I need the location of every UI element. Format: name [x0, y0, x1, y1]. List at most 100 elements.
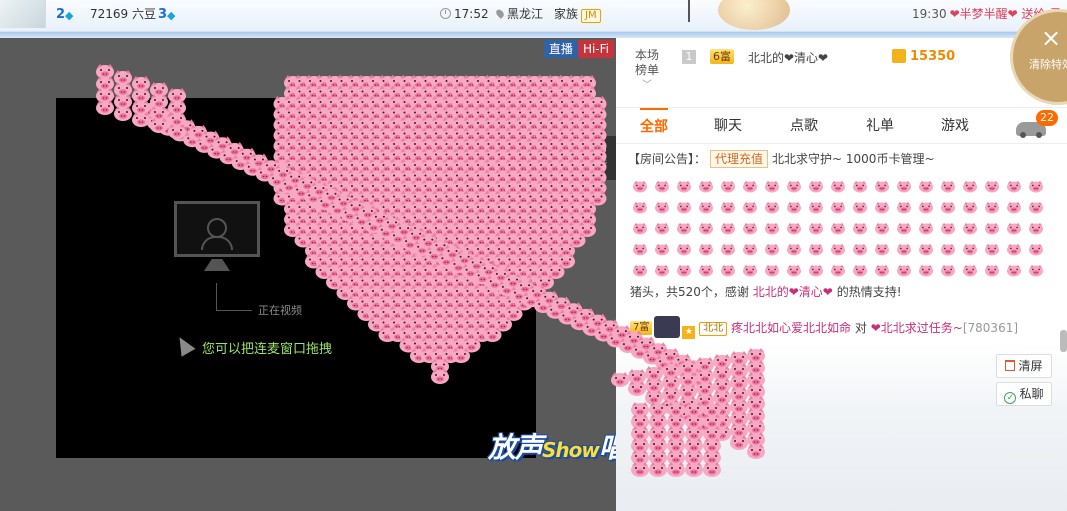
pig-icon [853, 243, 867, 256]
user-level-right: 3◆ [158, 5, 179, 23]
pig-icon [721, 180, 735, 193]
gift-sender-name[interactable]: 北北的❤清心❤ [753, 285, 833, 299]
pig-icon [721, 201, 735, 214]
pig-icon [831, 264, 845, 277]
pig-icon [787, 201, 801, 214]
pig-icon [919, 180, 933, 193]
user-avatar[interactable] [654, 316, 681, 338]
clear-screen-button[interactable]: 清屏 [996, 354, 1052, 378]
private-chat-button[interactable]: ✓ 私聊 [996, 382, 1052, 406]
pig-icon [853, 180, 867, 193]
chat-scrollbar[interactable] [1060, 330, 1067, 352]
pig-icon [985, 180, 999, 193]
pig-icon [809, 264, 823, 277]
pig-icon [655, 243, 669, 256]
top-fan-name[interactable]: 北北的❤清心❤ [748, 49, 828, 66]
drag-hint-text: 您可以把连麦窗口拖拽 [202, 342, 333, 357]
linked-mic-window[interactable]: 正在视频 您可以把连麦窗口拖拽 [56, 98, 536, 458]
user-id: 72169 [90, 7, 129, 21]
location-text: 黑龙江 [507, 7, 544, 21]
ticker-pole [688, 0, 690, 22]
pig-icon [809, 180, 823, 193]
pig-icon [919, 201, 933, 214]
pig-icon [853, 264, 867, 277]
watermark-mid: Show [542, 438, 600, 462]
pig-icon [743, 222, 757, 235]
pig-icon [655, 201, 669, 214]
tab-gift-list[interactable]: 礼单 [866, 108, 894, 144]
tab-song-request[interactable]: 点歌 [790, 108, 818, 144]
user-avatar[interactable] [0, 0, 46, 28]
gift-message: 猪头，共520个，感谢 北北的❤清心❤ 的热情支持! [630, 180, 1054, 301]
coin-icon [892, 49, 906, 63]
location-pin-icon [494, 8, 506, 19]
user-level-left: 2◆ [56, 5, 77, 23]
pig-icon [963, 222, 977, 235]
recharge-tag[interactable]: 代理充值 [710, 150, 769, 168]
wealth-level-badge: 7富 [630, 321, 653, 335]
chevron-down-icon: ﹀ [642, 80, 652, 91]
chat-message: 疼北北如心爱北北如命 [731, 321, 852, 335]
rank-switch-line1: 本场 [634, 48, 659, 62]
pig-icon [963, 201, 977, 214]
pig-icon [919, 222, 933, 235]
tab-all[interactable]: 全部 [640, 108, 668, 144]
microphone-icon [598, 142, 606, 154]
pig-icon [765, 264, 779, 277]
pig-icon [677, 243, 691, 256]
pig-icon [831, 243, 845, 256]
mic-side-button[interactable]: 音 [588, 136, 616, 180]
pig-icon [963, 243, 977, 256]
pig-icon [787, 264, 801, 277]
pig-icon [985, 264, 999, 277]
family-tag[interactable]: JM [581, 9, 601, 23]
pig-icon [787, 243, 801, 256]
tab-games[interactable]: 游戏 [941, 108, 969, 144]
rank-number: 1 [682, 50, 696, 64]
car-count-badge: 22 [1036, 110, 1058, 126]
mode-live-button[interactable]: 直播 [543, 40, 578, 58]
tab-chat[interactable]: 聊天 [714, 108, 742, 144]
pig-icon [1007, 264, 1021, 277]
family[interactable]: 家族 JM [554, 5, 601, 23]
currency-name: 六豆 [132, 7, 157, 21]
chat-to: 对 [854, 321, 867, 335]
family-label: 家族 [554, 7, 579, 21]
pig-icon [765, 243, 779, 256]
pig-icon [699, 264, 713, 277]
pig-icon [941, 243, 955, 256]
mode-hifi-button[interactable]: Hi-Fi [577, 40, 614, 58]
clear-effects-label: 清除特效 [1029, 58, 1067, 71]
rank-switch[interactable]: 本场 榜单 ﹀ [626, 48, 668, 93]
pig-icon [809, 201, 823, 214]
pig-icon [699, 222, 713, 235]
mode-tabs: 直播 Hi-Fi [543, 40, 614, 58]
chat-line: 7富 ★ 北北 疼北北如心爱北北如命 对 ❤北北求过任务~[780361] [630, 316, 1018, 340]
pig-icon [633, 222, 647, 235]
diamond-icon: ◆ [65, 9, 74, 22]
pig-icon [875, 222, 889, 235]
pig-icon [1029, 180, 1043, 193]
pig-icon [831, 222, 845, 235]
gift-count-text: 头，共520个，感谢 [642, 285, 749, 299]
pig-icon [985, 243, 999, 256]
level-right-number: 3 [158, 7, 168, 22]
pig-icon [699, 180, 713, 193]
pig-icon [721, 264, 735, 277]
user-id-text: 72169 六豆 [90, 5, 156, 23]
pig-icon [809, 222, 823, 235]
star-badge-icon: ★ [682, 326, 696, 339]
notice-text: 北北求守护~ 1000币卡管理~ [772, 152, 935, 166]
pig-icon [941, 264, 955, 277]
pig-icon [897, 243, 911, 256]
pig-icon [677, 222, 691, 235]
pig-icon [985, 222, 999, 235]
pig-icon [897, 264, 911, 277]
pig-icon [787, 180, 801, 193]
pig-icon [655, 222, 669, 235]
pig-icon [963, 180, 977, 193]
pig-icon [787, 222, 801, 235]
chat-target-id: [780361] [962, 321, 1019, 335]
pig-icon [655, 180, 669, 193]
chat-target-name[interactable]: ❤北北求过任务~ [871, 321, 963, 335]
